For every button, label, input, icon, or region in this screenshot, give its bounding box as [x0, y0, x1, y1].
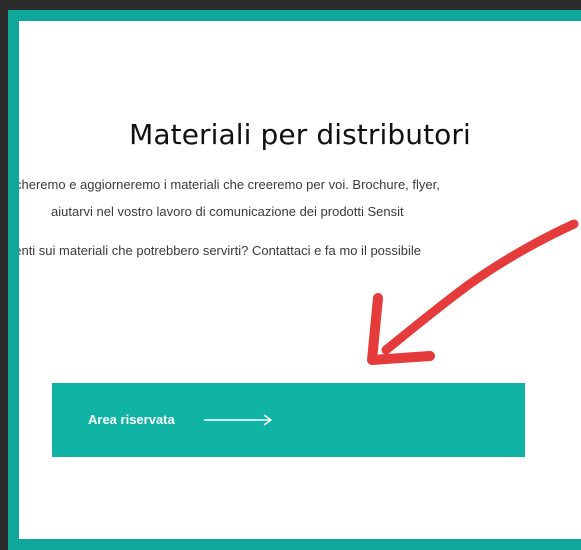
long-right-arrow-icon — [204, 414, 273, 426]
curved-red-arrow-icon — [367, 219, 579, 365]
area-riservata-label: Area riservata — [88, 412, 175, 427]
area-riservata-button[interactable]: Area riservata — [52, 383, 525, 457]
description-line-1: cheremo e aggiorneremo i materiali che c… — [19, 177, 440, 192]
page-title: Materiali per distributori — [129, 118, 471, 151]
